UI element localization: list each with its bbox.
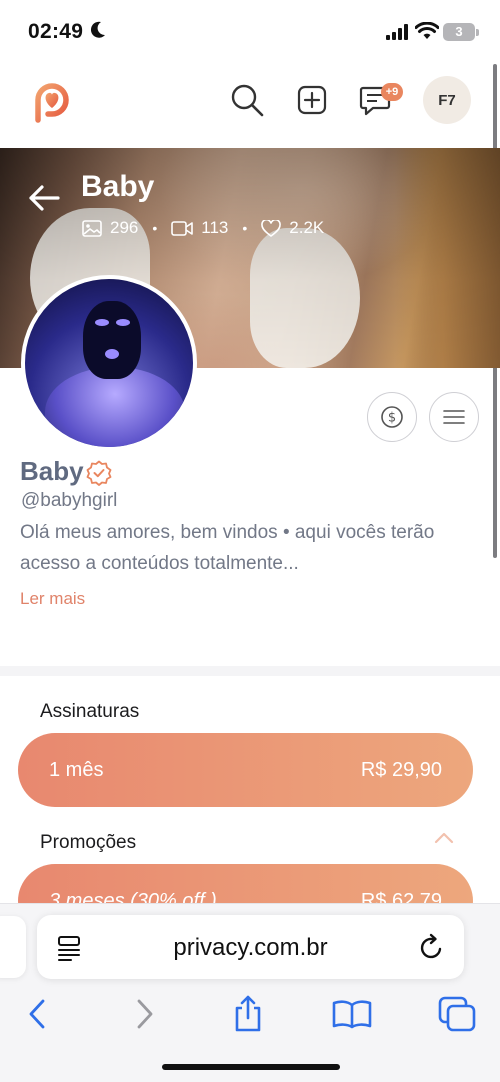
promotions-title: Promoções (40, 832, 137, 853)
search-icon (231, 84, 264, 117)
messages-badge: +9 (381, 83, 403, 101)
photos-count: 296 (110, 218, 139, 237)
profile-photo-detail (105, 349, 119, 359)
chevron-left-icon (29, 999, 45, 1029)
app-header: +9 F7 (0, 58, 500, 148)
profile-picture[interactable] (21, 275, 197, 451)
bookmarks-button[interactable] (330, 992, 374, 1036)
privacy-logo-icon[interactable] (30, 78, 74, 124)
profile-photo-detail (95, 319, 109, 326)
hamburger-icon (443, 410, 465, 424)
forward-button[interactable] (123, 992, 167, 1036)
home-indicator (162, 1064, 340, 1070)
moon-icon (90, 21, 105, 38)
status-bar: 02:49 3 (0, 0, 500, 58)
svg-text:$: $ (388, 411, 396, 426)
likes-count: 2.2K (289, 218, 325, 237)
create-post-button[interactable] (292, 80, 332, 120)
chevron-up-icon[interactable] (434, 832, 454, 844)
previous-tab-card[interactable] (0, 916, 26, 978)
subscription-plan-button[interactable]: 1 mês R$ 29,90 (18, 733, 473, 807)
plus-square-icon (297, 85, 327, 115)
signal-icon (386, 24, 408, 40)
subscriptions-title: Assinaturas (40, 701, 140, 722)
videos-count: 113 (201, 218, 229, 237)
menu-button[interactable] (429, 392, 479, 442)
separator-dot: • (152, 220, 158, 236)
profile-photo-detail (83, 301, 141, 379)
wifi-icon (415, 22, 439, 39)
share-button[interactable] (226, 992, 270, 1036)
battery-indicator: 3 (443, 23, 475, 41)
separator-dot: • (242, 220, 248, 236)
cover-name: Baby (81, 170, 155, 203)
plan-period: 1 mês (49, 758, 104, 781)
share-icon (235, 995, 261, 1032)
heart-icon (261, 219, 282, 237)
search-button[interactable] (227, 80, 267, 120)
tip-button[interactable]: $ (367, 392, 417, 442)
book-icon (332, 1000, 372, 1029)
profile-handle: @babyhgirl (21, 490, 118, 511)
status-time: 02:49 (28, 20, 84, 43)
tabs-icon (438, 996, 476, 1032)
read-more-link[interactable]: Ler mais (20, 589, 85, 609)
user-avatar[interactable]: F7 (423, 76, 471, 124)
stat-photos: 296 (82, 218, 138, 238)
dollar-coin-icon: $ (381, 406, 403, 428)
stat-videos: 113 (171, 218, 228, 238)
back-arrow-icon[interactable] (28, 184, 60, 212)
profile-photo-detail (45, 367, 185, 447)
profile-name: Baby (20, 456, 84, 486)
address-bar[interactable]: privacy.com.br (37, 915, 464, 979)
profile-photo-detail (116, 319, 130, 326)
image-icon (82, 219, 102, 237)
verified-badge-icon (86, 460, 112, 486)
chevron-right-icon (137, 999, 153, 1029)
url-text: privacy.com.br (173, 934, 328, 961)
section-divider (0, 666, 500, 676)
battery-nub (476, 29, 479, 36)
cover-stats: 296 • 113 • 2.2K (82, 218, 324, 238)
browser-toolbar: privacy.com.br (0, 903, 500, 1082)
stat-likes: 2.2K (261, 218, 324, 238)
video-icon (171, 220, 194, 236)
plan-price: R$ 29,90 (360, 758, 442, 781)
back-button[interactable] (15, 992, 59, 1036)
profile-bio: Olá meus amores, bem vindos • aqui vocês… (20, 522, 435, 574)
reload-icon[interactable] (419, 933, 445, 961)
tabs-button[interactable] (435, 992, 479, 1036)
